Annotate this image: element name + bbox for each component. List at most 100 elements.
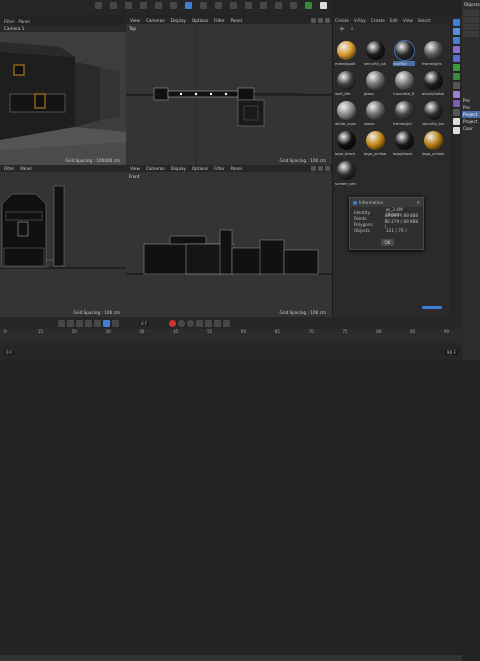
object-row-1[interactable] bbox=[463, 10, 479, 16]
last-frame-icon[interactable] bbox=[103, 320, 110, 327]
timeline-ruler[interactable] bbox=[0, 329, 462, 343]
viewport-top[interactable]: View Cameras Display Options Filter Pane… bbox=[126, 17, 332, 165]
close-icon[interactable]: ✕ bbox=[416, 200, 420, 205]
camera-icon[interactable] bbox=[452, 73, 460, 80]
floor-icon[interactable] bbox=[260, 2, 267, 9]
effector-icon[interactable] bbox=[452, 55, 460, 62]
scene-icon[interactable] bbox=[452, 91, 460, 98]
attr-item-3[interactable]: Project bbox=[462, 118, 480, 125]
material-swatch[interactable] bbox=[366, 71, 385, 90]
pen-icon[interactable] bbox=[200, 2, 207, 9]
material-swatch[interactable] bbox=[337, 131, 356, 150]
material-swatch[interactable] bbox=[424, 71, 443, 90]
material-swatch[interactable] bbox=[424, 131, 443, 150]
keyframe-icon[interactable] bbox=[187, 320, 195, 327]
maximize-view-icon[interactable] bbox=[325, 166, 330, 171]
vray-icon[interactable] bbox=[320, 2, 327, 9]
timeline[interactable]: 0 F 0 F 90 F bbox=[0, 317, 462, 661]
lock-icon[interactable] bbox=[452, 118, 460, 125]
menu-display[interactable]: Display bbox=[171, 166, 186, 171]
key-param-icon[interactable] bbox=[223, 320, 231, 327]
menu-create[interactable]: Create bbox=[371, 18, 385, 23]
cloner-icon[interactable] bbox=[452, 37, 460, 44]
render-icon[interactable] bbox=[140, 2, 147, 9]
move-view-icon[interactable] bbox=[311, 18, 316, 23]
menu-view[interactable]: View bbox=[403, 18, 413, 23]
viewport-front[interactable]: View Cameras Display Options Filter Pane… bbox=[126, 165, 332, 317]
attr-item-1[interactable]: Pro bbox=[462, 97, 480, 104]
material-swatch[interactable] bbox=[337, 101, 356, 120]
light-icon[interactable] bbox=[452, 64, 460, 71]
key-rot-icon[interactable] bbox=[205, 320, 213, 327]
rotate-tool-icon[interactable] bbox=[125, 2, 132, 9]
material-swatch[interactable] bbox=[395, 71, 414, 90]
menu-panel[interactable]: Panel bbox=[231, 166, 242, 171]
material-swatch[interactable] bbox=[337, 41, 356, 60]
tag-icon[interactable] bbox=[452, 82, 460, 89]
prev-key-icon[interactable] bbox=[67, 320, 74, 327]
play-icon[interactable] bbox=[85, 320, 92, 327]
material-swatch[interactable] bbox=[395, 131, 414, 150]
next-key-icon[interactable] bbox=[94, 320, 101, 327]
subdivision-icon[interactable] bbox=[215, 2, 222, 9]
menu-edit[interactable]: Edit bbox=[390, 18, 398, 23]
key-pos-icon[interactable] bbox=[196, 320, 204, 327]
material-swatch[interactable] bbox=[337, 161, 356, 180]
first-frame-icon[interactable] bbox=[58, 320, 65, 327]
sculpt-icon[interactable] bbox=[305, 2, 312, 9]
play-back-icon[interactable] bbox=[76, 320, 83, 327]
viewport-right[interactable]: Filter Panel Grid Spacing : 100 cm bbox=[0, 165, 126, 317]
search-material-icon[interactable]: ⌕ bbox=[351, 26, 354, 32]
key-scale-icon[interactable] bbox=[214, 320, 222, 327]
menu-select[interactable]: Select bbox=[418, 18, 431, 23]
material-swatch[interactable] bbox=[366, 41, 385, 60]
deformer-icon[interactable] bbox=[452, 46, 460, 53]
menu-filter[interactable]: Filter bbox=[214, 166, 224, 171]
material-swatch[interactable] bbox=[394, 40, 415, 61]
timeline-icon[interactable] bbox=[452, 109, 460, 116]
edit-render-icon[interactable] bbox=[170, 2, 177, 9]
frame-field[interactable]: 0 F bbox=[139, 321, 150, 326]
viewport-perspective[interactable]: Camera 1 Grid Spacing : 100000 cm bbox=[0, 25, 126, 165]
range-start[interactable]: 0 F bbox=[4, 350, 15, 355]
menu-options[interactable]: Options bbox=[192, 166, 208, 171]
menu-vray[interactable]: V-Ray bbox=[354, 18, 366, 23]
menu-cameras[interactable]: Cameras bbox=[146, 18, 165, 23]
object-row-4[interactable] bbox=[463, 31, 479, 37]
attr-item-4[interactable]: Coor bbox=[462, 125, 480, 132]
move-view-icon[interactable] bbox=[311, 166, 316, 171]
record-icon[interactable] bbox=[169, 320, 177, 327]
menu-view[interactable]: View bbox=[130, 18, 140, 23]
loop-icon[interactable] bbox=[112, 320, 119, 327]
layers-icon[interactable] bbox=[452, 127, 460, 134]
camera-icon[interactable] bbox=[275, 2, 282, 9]
timeline-range-bar[interactable] bbox=[0, 655, 462, 661]
menu-view[interactable]: View bbox=[130, 166, 140, 171]
cube-icon[interactable] bbox=[185, 2, 192, 9]
menu-panel[interactable]: Panel bbox=[18, 19, 29, 24]
material-scrollbar[interactable] bbox=[422, 306, 442, 309]
object-row-3[interactable] bbox=[463, 24, 479, 30]
scale-tool-icon[interactable] bbox=[110, 2, 117, 9]
object-row-2[interactable] bbox=[463, 17, 479, 23]
render-view-icon[interactable] bbox=[155, 2, 162, 9]
light-icon[interactable] bbox=[290, 2, 297, 9]
menu-create[interactable]: Create bbox=[335, 18, 349, 23]
material-swatch[interactable] bbox=[424, 41, 443, 60]
autokey-icon[interactable] bbox=[178, 320, 186, 327]
material-swatch[interactable] bbox=[366, 101, 385, 120]
material-swatch[interactable] bbox=[395, 101, 414, 120]
material-swatch[interactable] bbox=[337, 71, 356, 90]
menu-filter[interactable]: Filter bbox=[4, 166, 14, 171]
material-swatch[interactable] bbox=[366, 131, 385, 150]
project-tab[interactable]: Project bbox=[462, 111, 480, 118]
menu-filter[interactable]: Filter bbox=[214, 18, 224, 23]
ok-button[interactable]: OK bbox=[381, 239, 394, 246]
cloner-icon[interactable] bbox=[230, 2, 237, 9]
deformer-icon[interactable] bbox=[245, 2, 252, 9]
zoom-view-icon[interactable] bbox=[318, 166, 323, 171]
zoom-view-icon[interactable] bbox=[318, 18, 323, 23]
attr-item-2[interactable]: Pro bbox=[462, 104, 480, 111]
add-material-icon[interactable]: + bbox=[339, 25, 345, 33]
pen-icon[interactable] bbox=[452, 28, 460, 35]
